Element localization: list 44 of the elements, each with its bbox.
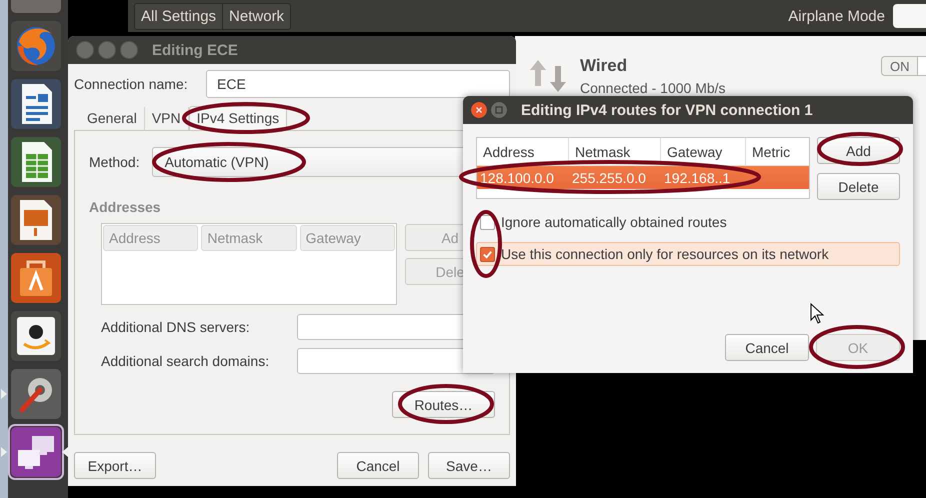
mouse-cursor-icon	[810, 302, 824, 324]
button[interactable]: Delete	[817, 173, 900, 200]
breadcrumb-button[interactable]: All Settings	[135, 4, 224, 28]
connection-title: Wired	[580, 56, 628, 76]
wired-toggle-switch[interactable]: ON	[881, 56, 926, 76]
column-header[interactable]: Address	[477, 138, 569, 165]
column-header[interactable]: Gateway	[661, 138, 746, 165]
button[interactable]: Export…	[74, 452, 156, 479]
checkmark-icon	[482, 248, 493, 260]
writer-launcher-icon[interactable]	[10, 78, 62, 130]
connection-status: Connected - 1000 Mb/s	[580, 80, 726, 96]
checkbox[interactable]	[480, 246, 495, 262]
button[interactable]: Save…	[428, 452, 510, 479]
field-label: Method:	[89, 154, 140, 170]
button[interactable]: Cancel	[725, 334, 809, 361]
column-header: Address	[103, 225, 198, 251]
window-title: Editing ECE	[152, 42, 238, 58]
checkbox-label: Ignore automatically obtained routes	[501, 214, 727, 230]
settings-launcher-icon[interactable]	[10, 368, 62, 420]
calc-launcher-icon[interactable]	[10, 136, 62, 188]
column-header: Gateway	[300, 225, 395, 251]
field-label: Additional search domains:	[101, 353, 270, 369]
checkbox-label: Use this connection only for resources on its network	[501, 246, 829, 262]
button[interactable]: Cancel	[337, 452, 419, 479]
impress-launcher-icon[interactable]	[10, 194, 62, 246]
remote-launcher-icon[interactable]	[10, 426, 62, 478]
section-heading: Addresses	[89, 199, 162, 215]
connection-name-field[interactable]: ECE	[206, 70, 510, 98]
airplane-mode-label: Airplane Mode	[788, 8, 885, 24]
breadcrumb-button[interactable]: Network	[223, 4, 290, 28]
column-header[interactable]: Metric	[746, 138, 809, 165]
table-cell-text: 255.255.0.0	[571, 168, 647, 188]
column-header: Netmask	[201, 225, 297, 251]
window-title: Editing IPv4 routes for VPN connection 1	[521, 102, 813, 118]
column-header[interactable]: Netmask	[569, 138, 661, 165]
highlight-ellipse	[470, 210, 502, 278]
table-cell-text: 192.168..1	[663, 168, 732, 188]
shop-launcher-icon[interactable]	[10, 310, 62, 362]
airplane-mode-switch[interactable]	[893, 4, 926, 28]
store-launcher-icon[interactable]	[10, 252, 62, 304]
field-label: Connection name:	[74, 76, 189, 92]
browser-launcher-icon[interactable]	[10, 20, 62, 72]
field-label: Additional DNS servers:	[101, 319, 251, 335]
close-icon[interactable]	[471, 102, 487, 118]
